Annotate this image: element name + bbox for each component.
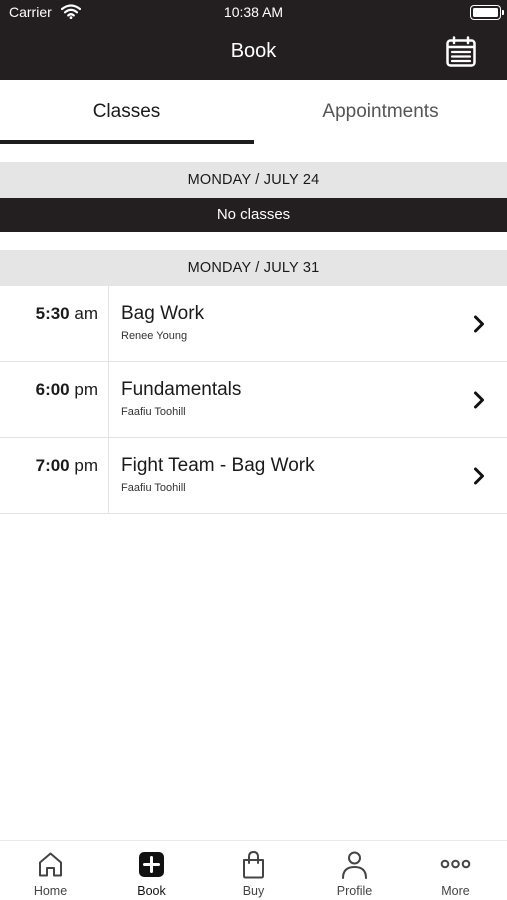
class-name: Fundamentals — [121, 379, 242, 400]
class-instructor: Faafiu Toohill — [121, 482, 186, 494]
class-instructor: Renee Young — [121, 330, 188, 342]
class-row[interactable]: 6:00 pm Fundamentals Faafiu Toohill — [0, 362, 507, 438]
class-name: Fight Team - Bag Work — [121, 455, 315, 476]
class-row[interactable]: 7:00 pm Fight Team - Bag Work Faafiu Too… — [0, 438, 507, 514]
class-time-cell: 5:30 am — [0, 286, 109, 362]
class-time: 5:30 am — [35, 304, 98, 323]
no-classes-message: No classes — [0, 198, 507, 232]
tabbar-book[interactable]: Book — [101, 841, 202, 900]
day-header: MONDAY / JULY 31 — [0, 250, 507, 286]
person-icon — [342, 851, 367, 879]
class-time: 7:00 pm — [35, 456, 98, 475]
class-time: 6:00 pm — [35, 380, 98, 399]
top-bar: Carrier 10:38 AM Book — [0, 0, 507, 80]
tabbar-home-label: Home — [33, 884, 68, 898]
battery-icon — [470, 5, 504, 20]
class-time-cell: 7:00 pm — [0, 438, 109, 514]
tabbar-profile[interactable]: Profile — [304, 841, 405, 900]
chevron-right-icon — [474, 315, 484, 333]
chevron-right-icon — [474, 391, 484, 409]
tabbar-more[interactable]: More — [405, 841, 506, 900]
page-title: Book — [230, 40, 277, 62]
status-time: 10:38 AM — [223, 4, 284, 20]
tabbar-profile-label: Profile — [336, 884, 373, 898]
tab-appointments[interactable]: Appointments — [254, 80, 507, 144]
tabbar-more-label: More — [441, 884, 470, 898]
day-header: MONDAY / JULY 24 — [0, 162, 507, 198]
more-dots-icon — [440, 859, 471, 869]
home-icon — [39, 852, 62, 877]
tabbar-home[interactable]: Home — [0, 841, 101, 900]
status-bar: Carrier 10:38 AM — [0, 0, 507, 26]
active-tab-indicator — [0, 140, 254, 144]
class-time-cell: 6:00 pm — [0, 362, 109, 438]
class-name: Bag Work — [121, 303, 205, 324]
tabbar-book-label: Book — [137, 884, 166, 898]
shopping-bag-icon — [243, 850, 264, 879]
class-instructor: Faafiu Toohill — [121, 406, 186, 418]
calendar-icon[interactable] — [445, 36, 477, 68]
plus-square-icon — [139, 852, 164, 877]
chevron-right-icon — [474, 467, 484, 485]
tabbar-buy-label: Buy — [242, 884, 265, 898]
class-row[interactable]: 5:30 am Bag Work Renee Young — [0, 286, 507, 362]
tabbar-buy[interactable]: Buy — [203, 841, 304, 900]
tab-classes[interactable]: Classes — [0, 80, 253, 144]
bottom-tab-bar: Home Book Buy Profile More — [0, 840, 507, 900]
segment-tabs: Classes Appointments — [0, 80, 507, 144]
